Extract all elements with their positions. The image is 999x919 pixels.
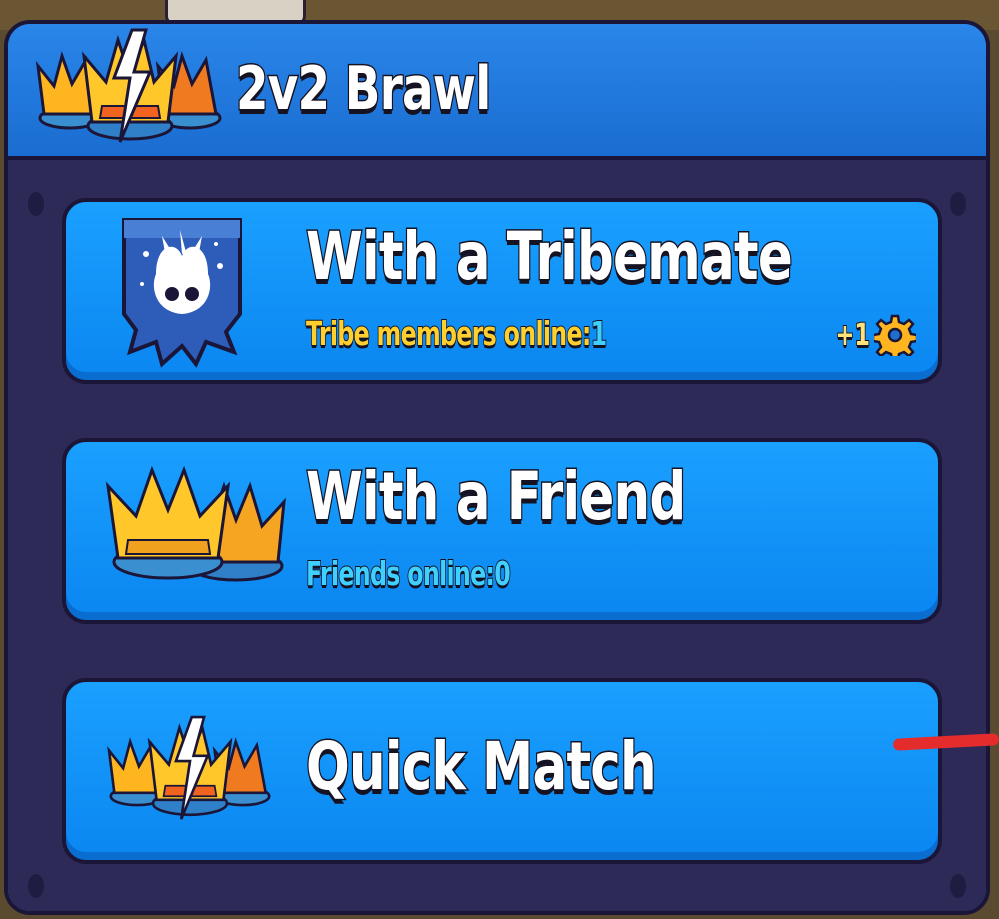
rivet-top-left <box>28 192 44 216</box>
quick-match-title: Quick Match <box>305 727 658 807</box>
friends-online-count: 0 <box>494 553 512 594</box>
friends-online-label: Friends online: <box>305 553 495 594</box>
tribe-members-online-count: 1 <box>590 313 608 354</box>
gear-icon <box>874 314 916 356</box>
dialog-title: 2v2 Brawl <box>235 53 493 126</box>
tribe-members-online-label: Tribe members online: <box>305 313 592 354</box>
crowns-lightning-icon <box>107 715 271 820</box>
double-crown-icon <box>105 465 286 582</box>
tribe-banner-icon <box>122 218 242 368</box>
tribemate-option-button[interactable]: With a Tribemate Tribe members online:1 … <box>62 198 942 384</box>
tribemate-reward: +1 <box>824 314 916 356</box>
tribemate-title: With a Tribemate <box>305 217 794 297</box>
friend-title: With a Friend <box>305 457 688 537</box>
crowns-lightning-icon <box>35 28 222 143</box>
brawl-mode-dialog: 2v2 Brawl With a Tribemate Tribe members… <box>4 20 990 915</box>
friend-option-button[interactable]: With a Friend Friends online:0 <box>62 438 942 624</box>
rivet-bottom-left <box>28 874 44 898</box>
tribemate-online-label: Tribe members online:1 <box>305 313 608 354</box>
friend-online-label: Friends online:0 <box>305 553 512 594</box>
quick-match-button[interactable]: Quick Match <box>62 678 942 864</box>
rivet-bottom-right <box>950 874 966 898</box>
rivet-top-right <box>950 192 966 216</box>
dialog-header: 2v2 Brawl <box>8 24 986 159</box>
reward-amount: +1 <box>835 317 871 354</box>
